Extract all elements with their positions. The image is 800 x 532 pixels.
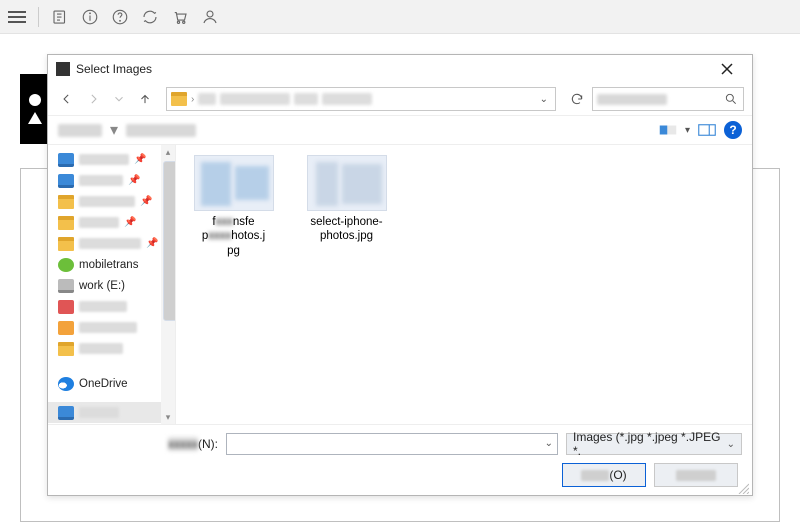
menu-icon[interactable] [8, 11, 26, 23]
toolbar-divider [38, 7, 39, 27]
open-button[interactable]: (O) [562, 463, 646, 487]
tree-item[interactable] [48, 338, 175, 359]
address-segment [220, 93, 290, 105]
tree-item-work-drive[interactable]: work (E:) [48, 275, 175, 296]
address-segment [322, 93, 372, 105]
preview-pane-icon[interactable] [698, 123, 716, 137]
tree-item[interactable] [48, 317, 175, 338]
app-toolbar [0, 0, 800, 34]
address-segment [198, 93, 216, 105]
file-item[interactable]: select-iphone-photos.jpg [299, 155, 394, 258]
command-bar: ▾ ▾ ? [48, 115, 752, 145]
address-segment [294, 93, 318, 105]
dialog-navbar: › ⌄ [48, 83, 752, 115]
recent-dropdown[interactable] [108, 88, 130, 110]
folder-tree[interactable]: 📌 📌 📌 📌 📌 mobiletrans📌 work (E:) OneDriv… [48, 145, 176, 424]
file-thumbnail [194, 155, 274, 211]
sync-icon[interactable] [141, 8, 159, 26]
tree-item[interactable]: 📌 [48, 149, 175, 170]
search-input[interactable] [592, 87, 744, 111]
command-item[interactable] [126, 124, 196, 137]
tree-item[interactable]: 📌 [48, 233, 175, 254]
scroll-down-icon[interactable]: ▾ [161, 410, 175, 424]
help-icon[interactable] [111, 8, 129, 26]
refresh-button[interactable] [566, 88, 588, 110]
address-bar[interactable]: › ⌄ [166, 87, 556, 111]
scroll-up-icon[interactable]: ▴ [161, 145, 175, 159]
tree-item-onedrive[interactable]: OneDrive [48, 373, 175, 394]
close-button[interactable] [710, 57, 744, 81]
view-mode-icon[interactable] [659, 123, 677, 137]
note-icon[interactable] [51, 8, 69, 26]
filter-dropdown-icon: ⌄ [727, 439, 735, 450]
file-list[interactable]: fxxxnsfepxxxxhotos.jpg select-iphone-pho… [176, 145, 752, 424]
help-button[interactable]: ? [724, 121, 742, 139]
file-dialog: Select Images › ⌄ ▾ ▾ [47, 54, 753, 496]
back-button[interactable] [56, 88, 78, 110]
file-thumbnail [307, 155, 387, 211]
sidebar-scrollbar[interactable]: ▴ ▾ [161, 145, 175, 424]
file-caption: select-iphone-photos.jpg [299, 215, 394, 244]
search-placeholder [597, 94, 667, 105]
view-dropdown[interactable]: ▾ [685, 125, 690, 136]
file-caption: fxxxnsfepxxxxhotos.jpg [202, 215, 265, 258]
address-dropdown[interactable]: ⌄ [537, 94, 551, 105]
cancel-button[interactable] [654, 463, 738, 487]
info-icon[interactable] [81, 8, 99, 26]
forward-button[interactable] [82, 88, 104, 110]
tree-item[interactable]: 📌 [48, 212, 175, 233]
filter-label: Images (*.jpg *.jpeg *.JPEG *. [573, 430, 727, 458]
dialog-titlebar: Select Images [48, 55, 752, 83]
up-button[interactable] [134, 88, 156, 110]
tree-item-selected[interactable] [48, 402, 175, 423]
folder-icon [171, 92, 187, 106]
tree-item[interactable] [48, 423, 175, 424]
tree-item-mobiletrans[interactable]: mobiletrans📌 [48, 254, 175, 275]
filename-dropdown[interactable]: ⌄ [545, 434, 553, 449]
file-item[interactable]: fxxxnsfepxxxxhotos.jpg [186, 155, 281, 258]
tree-item[interactable]: 📌 [48, 191, 175, 212]
dialog-footer: xxxxx(N): ⌄ Images (*.jpg *.jpeg *.JPEG … [48, 424, 752, 495]
filename-label: xxxxx(N): [58, 437, 218, 451]
search-icon [724, 92, 738, 109]
dialog-app-icon [56, 62, 70, 76]
dialog-title: Select Images [76, 62, 152, 76]
command-item[interactable] [58, 124, 102, 137]
scroll-thumb[interactable] [163, 161, 176, 321]
side-badge [20, 74, 50, 144]
tree-item[interactable]: 📌 [48, 170, 175, 191]
file-type-filter[interactable]: Images (*.jpg *.jpeg *.JPEG *. ⌄ [566, 433, 742, 455]
cart-icon[interactable] [171, 8, 189, 26]
user-icon[interactable] [201, 8, 219, 26]
chevron-right-icon: › [191, 94, 194, 105]
tree-item[interactable] [48, 296, 175, 317]
filename-input[interactable]: ⌄ [226, 433, 558, 455]
resize-grip[interactable] [737, 481, 749, 493]
